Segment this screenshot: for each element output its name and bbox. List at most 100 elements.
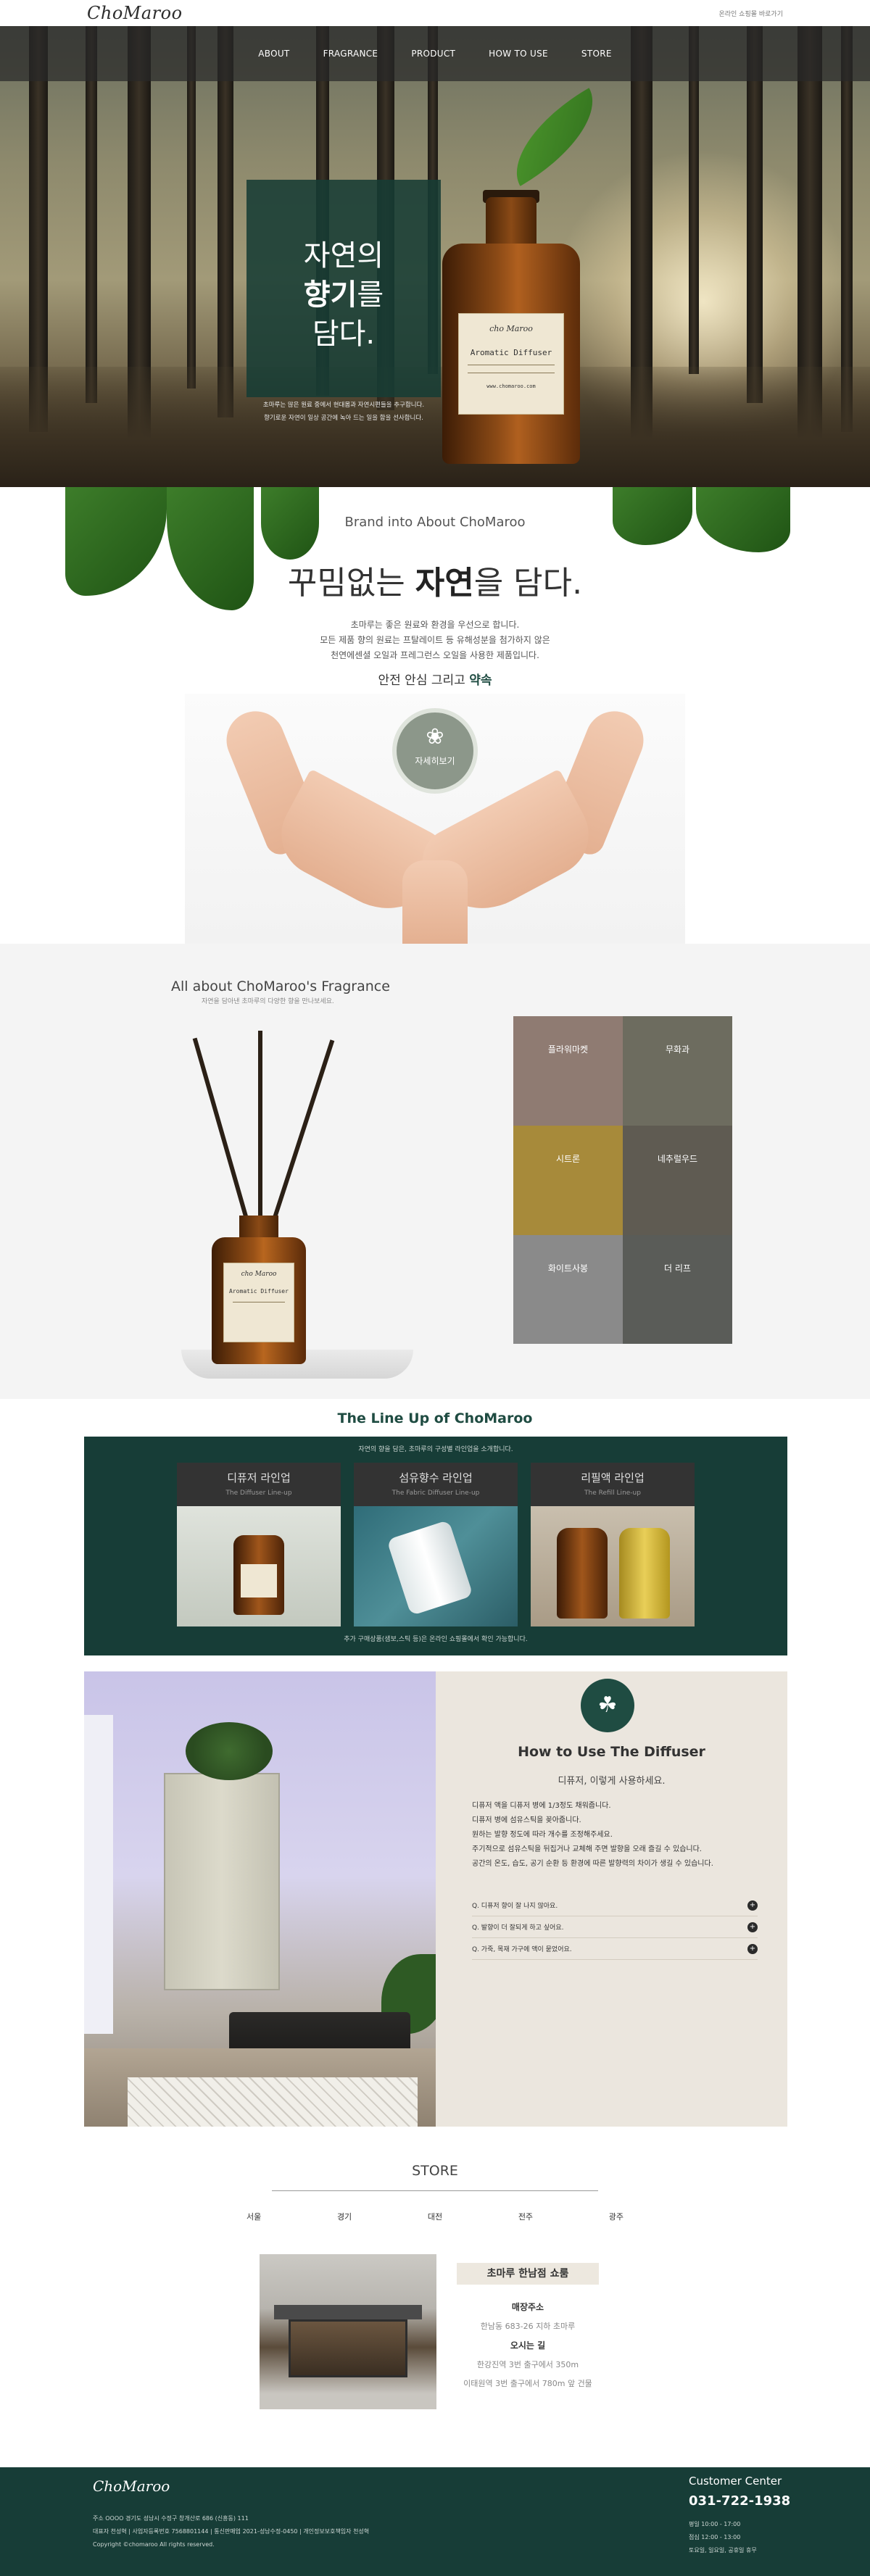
- footer: ChoMaroo 주소 OOOO 경기도 성남시 수정구 창개산로 686 (신…: [0, 2467, 870, 2576]
- howto-step: 원하는 발향 정도에 따라 개수를 조정해주세요.: [472, 1831, 613, 1839]
- card-subtitle: The Refill Line-up: [584, 1489, 641, 1497]
- customer-center-phone[interactable]: 031-722-1938: [689, 2493, 790, 2509]
- hero-title-line2: 향기를: [246, 275, 441, 315]
- card-title: 디퓨저 라인업: [227, 1471, 291, 1484]
- wardrobe: [164, 1773, 280, 1990]
- store-name: 초마루 한남점 쇼룸: [457, 2263, 599, 2285]
- main-nav: ABOUT FRAGRANCE PRODUCT HOW TO USE STORE: [0, 26, 870, 81]
- fragrance-tile-natural-wood[interactable]: 네추럴우드: [623, 1126, 732, 1235]
- footer-company-info: 주소 OOOO 경기도 성남시 수정구 창개산로 686 (신흥동) 111 대…: [93, 2512, 369, 2551]
- card-header: 리필액 라인업 The Refill Line-up: [531, 1463, 695, 1506]
- howto-step: 공간의 온도, 습도, 공기 순환 등 환경에 따른 발향력의 차이가 생길 수…: [472, 1860, 713, 1868]
- diffuser-label-product: Aromatic Diffuser: [229, 1288, 289, 1295]
- top-bar: ChoMaroo 온라인 쇼핑몰 바로가기: [0, 0, 870, 26]
- fragrance-tile-white-savon[interactable]: 화이트사봉: [513, 1235, 623, 1344]
- tree-trunk: [86, 26, 97, 403]
- tile-label: 시트론: [555, 1154, 581, 1164]
- tile-label: 네추럴우드: [657, 1154, 698, 1164]
- faq-item[interactable]: Q. 디퓨저 향이 잘 나지 않아요. +: [472, 1900, 758, 1916]
- fragrance-tile-flower-market[interactable]: 플라워마켓: [513, 1016, 623, 1126]
- diffuser-label-brand: cho Maroo: [241, 1271, 277, 1278]
- store-section: STORE 서울 경기 대전 전주 광주 초마루 한남점 쇼룸 매장주소 한남동…: [0, 2127, 870, 2467]
- plant: [186, 1722, 273, 1780]
- fragrance-title: All about ChoMaroo's Fragrance: [171, 979, 390, 994]
- tile-label: 더 리프: [664, 1263, 691, 1274]
- tile-label: 플라워마켓: [547, 1044, 589, 1055]
- hero-banner: 자연의 향기를 담다. 초마루는 많은 원료 중에서 현대몸과 자연시편들을 추…: [0, 26, 870, 487]
- promise-pre: 안전 안심 그리고: [378, 673, 470, 688]
- hours-weekday: 평일 10:00 - 17:00: [689, 2521, 741, 2527]
- footer-copyright: Copyright ©chomaroo All rights reserved.: [93, 2541, 215, 2548]
- about-headline: 꾸밈없는 자연을 담다.: [0, 557, 870, 603]
- interior-photo: [84, 1671, 436, 2127]
- storefront-awning: [274, 2305, 422, 2319]
- address-label: 매장주소: [511, 2302, 544, 2312]
- hero-title-rest: 를: [357, 278, 384, 312]
- footer-logo[interactable]: ChoMaroo: [93, 2477, 170, 2495]
- tab-daejeon[interactable]: 대전: [428, 2211, 442, 2222]
- nav-how-to-use[interactable]: HOW TO USE: [489, 49, 548, 59]
- about-description: 초마루는 좋은 원료와 환경을 우선으로 합니다. 모든 제품 향의 원료는 프…: [0, 618, 870, 663]
- tab-gwangju[interactable]: 광주: [609, 2211, 624, 2222]
- fragrance-subtitle: 자연을 담아낸 초마루의 다양한 향을 만나보세요.: [202, 998, 334, 1005]
- card-image: [531, 1506, 695, 1626]
- plus-icon[interactable]: +: [747, 1900, 758, 1911]
- lineup-panel: 자연의 향을 담은, 초마루의 구성별 라인업을 소개합니다. 디퓨저 라인업 …: [84, 1437, 787, 1655]
- more-button-label: 자세히보기: [415, 756, 455, 766]
- hero-sub-line1: 초마루는 많은 원료 중에서 현대몸과 자연시편들을 추구합니다.: [262, 402, 425, 409]
- product-label: [241, 1564, 277, 1597]
- fragrance-tile-the-leaf[interactable]: 더 리프: [623, 1235, 732, 1344]
- faq-question: Q. 가죽, 목재 가구에 액이 묻었어요.: [472, 1946, 572, 1953]
- wheat-icon: ❀: [426, 724, 444, 749]
- lineup-card-refill[interactable]: 리필액 라인업 The Refill Line-up: [531, 1463, 695, 1626]
- reed-diffuser-image: cho Maroo Aromatic Diffuser: [138, 1031, 413, 1379]
- faq-item[interactable]: Q. 발향이 더 잘되게 하고 싶어요. +: [472, 1922, 758, 1938]
- tab-jeonju[interactable]: 전주: [518, 2211, 533, 2222]
- tab-gyeonggi[interactable]: 경기: [337, 2211, 352, 2222]
- lineup-note: 추가 구매상품(샘보,스틱 등)은 온라인 쇼핑몰에서 확인 가능합니다.: [344, 1636, 528, 1643]
- card-header: 디퓨저 라인업 The Diffuser Line-up: [177, 1463, 341, 1506]
- lineup-subtitle: 자연의 향을 담은, 초마루의 구성별 라인업을 소개합니다.: [358, 1446, 513, 1453]
- store-photo: [260, 2254, 436, 2409]
- logo[interactable]: ChoMaroo: [87, 3, 183, 23]
- nav-fragrance[interactable]: FRAGRANCE: [323, 49, 378, 59]
- lineup-section: The Line Up of ChoMaroo 자연의 향을 담은, 초마루의 …: [0, 1399, 870, 1667]
- faq-item[interactable]: Q. 가죽, 목재 가구에 액이 묻었어요. +: [472, 1944, 758, 1960]
- nav-store[interactable]: STORE: [581, 49, 612, 59]
- lineup-title: The Line Up of ChoMaroo: [337, 1410, 533, 1426]
- headline-bold: 자연: [415, 565, 474, 602]
- hero-title-line3: 담다.: [312, 317, 376, 351]
- howto-steps: 디퓨저 액을 디퓨저 병에 1/3정도 채워줍니다. 디퓨저 병에 섬유스틱을 …: [472, 1799, 762, 1871]
- nav-about[interactable]: ABOUT: [258, 49, 289, 59]
- store-divider: [272, 2190, 598, 2191]
- tile-label: 무화과: [665, 1044, 690, 1055]
- card-header: 섬유향수 라인업 The Fabric Diffuser Line-up: [354, 1463, 518, 1506]
- label-product: Aromatic Diffuser: [470, 348, 552, 357]
- online-mall-link[interactable]: 온라인 쇼핑몰 바로가기: [718, 9, 783, 18]
- fragrance-tile-fig[interactable]: 무화과: [623, 1016, 732, 1126]
- fragrance-section: All about ChoMaroo's Fragrance 자연을 담아낸 초…: [0, 944, 870, 1399]
- rug: [128, 2077, 418, 2127]
- wrists: [402, 860, 468, 944]
- plus-icon[interactable]: +: [747, 1922, 758, 1932]
- more-button[interactable]: ❀ 자세히보기: [392, 708, 478, 794]
- fragrance-tile-citron[interactable]: 시트론: [513, 1126, 623, 1235]
- hours-closed: 토요일, 일요일, 공휴일 휴무: [689, 2547, 757, 2554]
- promise-bold: 약속: [469, 673, 492, 688]
- card-title: 섬유향수 라인업: [399, 1471, 473, 1484]
- diffuser-bottle: cho Maroo Aromatic Diffuser www.chomaroo…: [442, 168, 580, 473]
- label-brand: cho Maroo: [489, 324, 533, 333]
- tree-trunk: [218, 26, 233, 417]
- card-image: [177, 1506, 341, 1626]
- howto-subtitle: 디퓨저, 이렇게 사용하세요.: [558, 1776, 666, 1787]
- lineup-card-fabric[interactable]: 섬유향수 라인업 The Fabric Diffuser Line-up: [354, 1463, 518, 1626]
- howto-step: 주기적으로 섬유스틱을 뒤집거나 교체해 주면 발향을 오래 즐길 수 있습니다…: [472, 1845, 702, 1853]
- card-subtitle: The Fabric Diffuser Line-up: [392, 1489, 480, 1497]
- refill-bottle-amber: [557, 1528, 608, 1619]
- lineup-card-diffuser[interactable]: 디퓨저 라인업 The Diffuser Line-up: [177, 1463, 341, 1626]
- nav-product[interactable]: PRODUCT: [411, 49, 455, 59]
- plus-icon[interactable]: +: [747, 1944, 758, 1954]
- diffuser-label: cho Maroo Aromatic Diffuser: [223, 1263, 294, 1342]
- tab-seoul[interactable]: 서울: [246, 2211, 261, 2222]
- refill-bottle-clear: [619, 1528, 670, 1619]
